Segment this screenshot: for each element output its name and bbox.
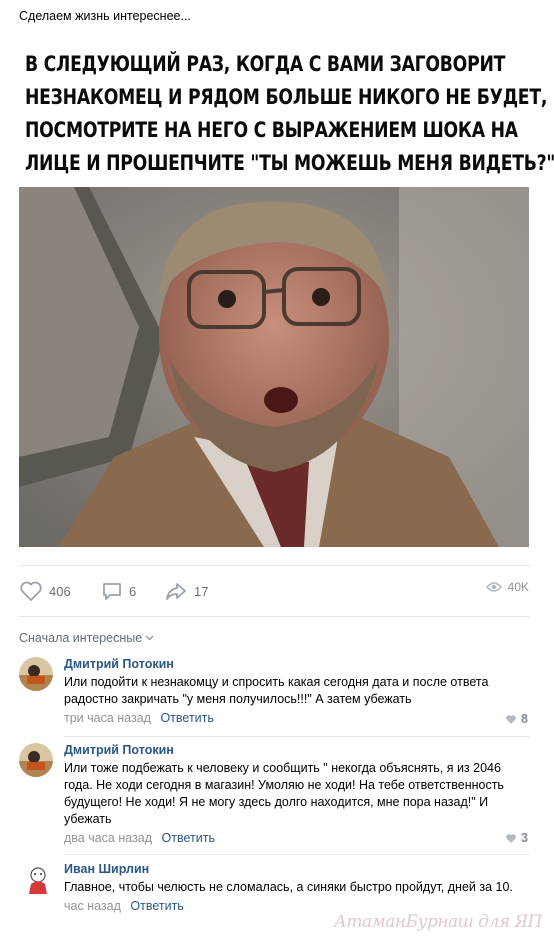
comment-meta: три часа назад Ответить bbox=[64, 710, 530, 726]
comment-like-button[interactable]: 8 bbox=[505, 712, 528, 726]
reply-button[interactable]: Ответить bbox=[160, 711, 213, 725]
post-actions: 406 6 17 40K bbox=[19, 580, 529, 604]
divider bbox=[64, 736, 530, 737]
comment-text: Главное, чтобы челюсть не сломалась, а с… bbox=[64, 880, 513, 894]
watermark: АтаманБурнаш для ЯП bbox=[334, 912, 542, 932]
post-text: Сделаем жизнь интереснее... bbox=[19, 9, 191, 23]
comment-meta: два часа назад Ответить bbox=[64, 830, 530, 846]
like-button[interactable]: 406 bbox=[19, 580, 71, 602]
heart-icon bbox=[20, 581, 42, 601]
comment-author[interactable]: Дмитрий Потокин bbox=[64, 743, 530, 758]
comment-time[interactable]: два часа назад bbox=[64, 831, 152, 845]
comment-author[interactable]: Дмитрий Потокин bbox=[64, 657, 530, 672]
comment-icon bbox=[103, 583, 121, 600]
reply-button[interactable]: Ответить bbox=[130, 899, 183, 913]
avatar[interactable] bbox=[19, 657, 53, 691]
views: 40K bbox=[485, 580, 529, 594]
chevron-down-icon bbox=[145, 635, 154, 641]
divider bbox=[19, 565, 530, 566]
share-icon bbox=[166, 583, 186, 600]
view-count: 40K bbox=[507, 580, 529, 594]
comment-like-count: 3 bbox=[521, 831, 528, 845]
share-button[interactable]: 17 bbox=[164, 580, 208, 602]
comment-text: Или тоже подбежать к человеку и сообщить… bbox=[64, 761, 504, 826]
comment-like-button[interactable]: 3 bbox=[505, 831, 528, 845]
meme-photo bbox=[19, 187, 529, 547]
meme-image[interactable]: В СЛЕДУЮЩИЙ РАЗ, КОГДА С ВАМИ ЗАГОВОРИТ … bbox=[19, 37, 554, 547]
avatar[interactable] bbox=[19, 743, 53, 777]
divider bbox=[64, 854, 530, 855]
divider bbox=[19, 616, 530, 617]
avatar[interactable] bbox=[23, 862, 53, 896]
heart-icon bbox=[506, 714, 516, 724]
comment-button[interactable]: 6 bbox=[101, 580, 136, 602]
share-count: 17 bbox=[194, 583, 209, 599]
comment-sort-dropdown[interactable]: Сначала интересные bbox=[19, 631, 154, 645]
comment-time[interactable]: час назад bbox=[64, 899, 121, 913]
sort-label: Сначала интересные bbox=[19, 631, 143, 645]
comment: Дмитрий Потокин Или подойти к незнакомцу… bbox=[19, 657, 530, 737]
eye-icon bbox=[485, 582, 502, 592]
comment-like-count: 8 bbox=[521, 712, 528, 726]
meme-caption: В СЛЕДУЮЩИЙ РАЗ, КОГДА С ВАМИ ЗАГОВОРИТ … bbox=[25, 52, 554, 175]
comment-time[interactable]: три часа назад bbox=[64, 711, 151, 725]
reply-button[interactable]: Ответить bbox=[162, 831, 215, 845]
comment-author[interactable]: Иван Ширлин bbox=[64, 862, 530, 877]
comment-count: 6 bbox=[129, 583, 137, 599]
comment-text: Или подойти к незнакомцу и спросить кака… bbox=[64, 675, 489, 706]
like-count: 406 bbox=[49, 583, 71, 599]
comment: Дмитрий Потокин Или тоже подбежать к чел… bbox=[19, 743, 530, 853]
heart-icon bbox=[506, 833, 516, 843]
